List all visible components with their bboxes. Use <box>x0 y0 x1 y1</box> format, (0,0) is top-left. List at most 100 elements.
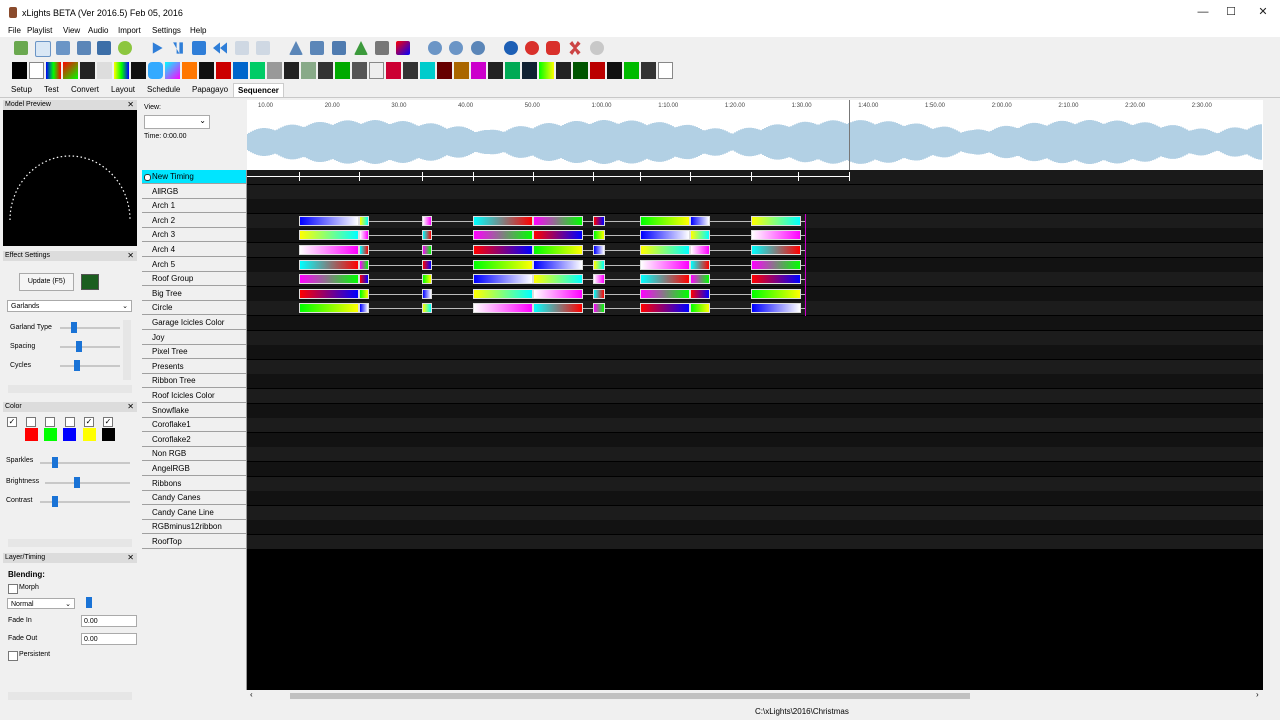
model-row-label[interactable]: Joy <box>142 330 246 345</box>
effect-color-wash-icon[interactable] <box>97 62 112 79</box>
effect-snowflakes-icon[interactable] <box>505 62 520 79</box>
effect-galaxy-icon[interactable] <box>199 62 214 79</box>
repeat-icon[interactable] <box>256 41 270 55</box>
effect-lines-icon[interactable] <box>284 62 299 79</box>
clear-icon[interactable] <box>569 41 581 55</box>
effect-garlands-icon[interactable] <box>216 62 231 79</box>
tag-icon[interactable] <box>289 41 303 55</box>
effect-fireworks-icon[interactable] <box>182 62 197 79</box>
effect-block[interactable] <box>359 274 369 285</box>
waveform-icon[interactable] <box>310 41 324 55</box>
model-grid-row[interactable] <box>247 476 1263 491</box>
menu-import[interactable]: Import <box>118 26 141 35</box>
effect-life-icon[interactable] <box>250 62 265 79</box>
model-row-label[interactable]: Candy Cane Line <box>142 505 246 520</box>
effect-faces-icon[interactable] <box>148 62 163 79</box>
effect-block[interactable] <box>640 215 690 226</box>
blend-mode-select[interactable]: Normal ⌄ <box>7 598 75 609</box>
model-grid-row[interactable] <box>247 447 1263 462</box>
tab-layout[interactable]: Layout <box>111 85 135 94</box>
tab-schedule[interactable]: Schedule <box>147 85 180 94</box>
model-row-label[interactable]: Pixel Tree <box>142 345 246 360</box>
effect-block[interactable] <box>593 215 605 226</box>
effect-block[interactable] <box>299 245 359 255</box>
palette-checkbox-6[interactable]: ✓ <box>103 417 113 427</box>
effect-block[interactable] <box>299 288 359 299</box>
model-row-label[interactable]: RGBminus12ribbon <box>142 520 246 535</box>
model-row-label[interactable]: Arch 1 <box>142 199 246 214</box>
effect-block[interactable] <box>422 303 432 314</box>
effect-block[interactable] <box>751 230 801 241</box>
effect-morph-icon[interactable] <box>335 62 350 79</box>
save-as-icon[interactable] <box>97 41 111 55</box>
update-button[interactable]: Update (F5) <box>19 273 74 291</box>
model-grid-row[interactable] <box>247 330 1263 345</box>
model-row-label[interactable]: Ribbons <box>142 476 246 491</box>
effect-fan-icon[interactable] <box>131 62 146 79</box>
timing-radio-icon[interactable] <box>144 174 151 181</box>
timing-track-row[interactable]: New Timing <box>142 170 246 184</box>
effect-tree-icon[interactable] <box>624 62 639 79</box>
model-grid-row[interactable] <box>247 345 1263 360</box>
fade-out-input[interactable]: 0.00 <box>81 633 137 645</box>
save-icon[interactable] <box>77 41 91 55</box>
contrast-slider[interactable] <box>52 496 58 507</box>
effect-snowstorm-icon[interactable] <box>522 62 537 79</box>
model-grid-row[interactable] <box>247 505 1263 520</box>
effect-block[interactable] <box>422 274 432 285</box>
effect-piano-icon[interactable] <box>369 62 384 79</box>
stop-sign-icon[interactable] <box>525 41 539 55</box>
effect-block[interactable] <box>640 230 690 241</box>
model-grid-row[interactable] <box>247 199 1263 214</box>
menu-view[interactable]: View <box>63 26 80 35</box>
model-row-label[interactable]: Circle <box>142 301 246 316</box>
close-icon[interactable]: ✕ <box>127 553 134 563</box>
effect-plasma-icon[interactable] <box>420 62 435 79</box>
menu-help[interactable]: Help <box>190 26 206 35</box>
model-grid-row[interactable] <box>247 316 1263 330</box>
model-grid-row[interactable] <box>247 418 1263 433</box>
effect-block[interactable] <box>473 245 533 255</box>
model-row-label[interactable]: Roof Group <box>142 272 246 287</box>
effect-block[interactable] <box>593 288 605 299</box>
effect-block[interactable] <box>422 245 432 255</box>
effect-circles-icon[interactable] <box>80 62 95 79</box>
menu-playlist[interactable]: Playlist <box>27 26 52 35</box>
fade-in-input[interactable]: 0.00 <box>81 615 137 627</box>
menu-settings[interactable]: Settings <box>152 26 181 35</box>
effect-block[interactable] <box>640 259 690 270</box>
model-grid-row[interactable] <box>247 491 1263 506</box>
color-swatch-red[interactable] <box>25 428 38 441</box>
effect-on-icon-2[interactable] <box>352 62 367 79</box>
blend-slider[interactable] <box>86 597 92 608</box>
effect-block[interactable] <box>533 215 583 226</box>
model-row-label[interactable]: Ribbon Tree <box>142 374 246 389</box>
close-icon[interactable]: ✕ <box>127 100 134 110</box>
color-swatch-black[interactable] <box>102 428 115 441</box>
effect-shockwave-icon[interactable] <box>471 62 486 79</box>
model-grid-row[interactable] <box>247 432 1263 447</box>
menu-file[interactable]: File <box>8 26 21 35</box>
model-grid-row[interactable] <box>247 374 1263 389</box>
garland-type-slider[interactable] <box>71 322 77 333</box>
vertical-scrollbar[interactable] <box>1265 170 1278 690</box>
effect-block[interactable] <box>473 288 533 299</box>
house-icon[interactable] <box>375 41 389 55</box>
sparkles-slider[interactable] <box>52 457 58 468</box>
effect-off-icon[interactable] <box>12 62 27 79</box>
effect-block[interactable] <box>533 230 583 241</box>
zoom-out-icon[interactable] <box>449 41 463 55</box>
close-icon[interactable]: ✕ <box>127 402 134 412</box>
effect-fire-icon[interactable] <box>165 62 180 79</box>
effect-block[interactable] <box>690 303 710 314</box>
effect-bars-icon[interactable] <box>46 62 61 79</box>
effect-ripple-icon[interactable] <box>437 62 452 79</box>
effect-block[interactable] <box>533 303 583 314</box>
effect-block[interactable] <box>422 215 432 226</box>
close-button[interactable]: ✕ <box>1246 0 1280 24</box>
model-grid-row[interactable] <box>247 403 1263 418</box>
morph-checkbox[interactable] <box>8 584 18 594</box>
effect-block[interactable] <box>359 288 369 299</box>
zoom-in-icon[interactable] <box>428 41 442 55</box>
effect-block[interactable] <box>690 230 710 241</box>
